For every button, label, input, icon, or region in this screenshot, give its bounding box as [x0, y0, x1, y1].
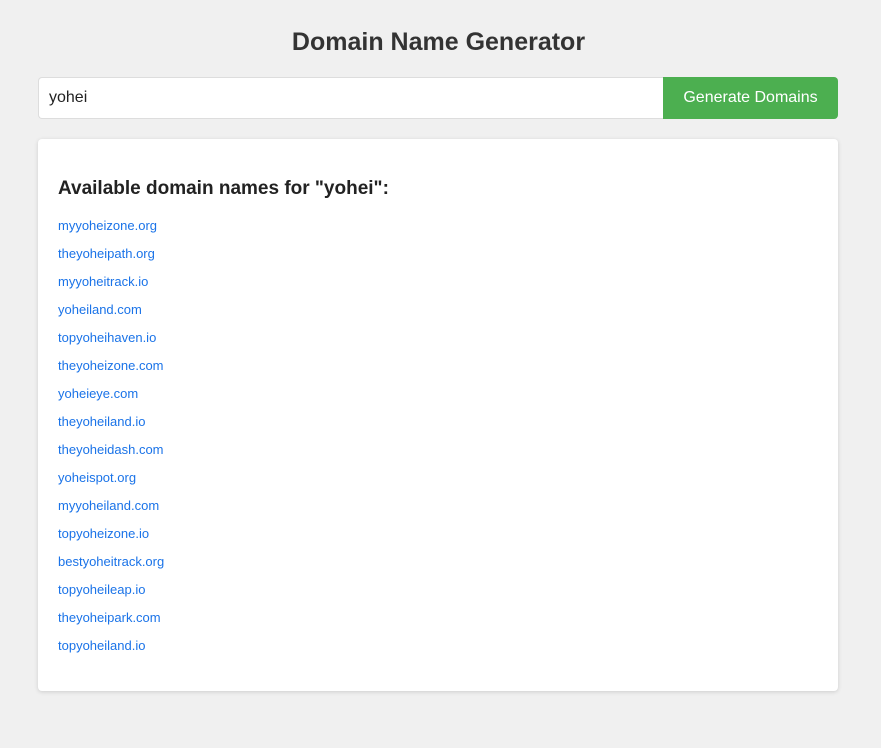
list-item: theyoheizone.com — [58, 355, 818, 383]
domain-link[interactable]: topyoheihaven.io — [58, 330, 156, 345]
domain-link[interactable]: bestyoheitrack.org — [58, 554, 164, 569]
domain-link[interactable]: topyoheizone.io — [58, 526, 149, 541]
domain-link[interactable]: yoheispot.org — [58, 470, 136, 485]
domain-list: myyoheizone.org theyoheipath.org myyohei… — [58, 215, 818, 663]
page-title: Domain Name Generator — [291, 28, 586, 56]
results-panel: Available domain names for "yohei": myyo… — [38, 139, 838, 691]
keyword-input[interactable] — [38, 77, 663, 119]
domain-link[interactable]: theyoheidash.com — [58, 442, 164, 457]
list-item: yoheiland.com — [58, 299, 818, 327]
list-item: theyoheiland.io — [58, 411, 818, 439]
list-item: theyoheipark.com — [58, 607, 818, 635]
domain-link[interactable]: yoheieye.com — [58, 386, 138, 401]
list-item: theyoheipath.org — [58, 243, 818, 271]
search-row: Generate Domains — [38, 77, 838, 119]
list-item: myyoheiland.com — [58, 495, 818, 523]
results-heading: Available domain names for "yohei": — [58, 178, 389, 199]
domain-link[interactable]: theyoheizone.com — [58, 358, 164, 373]
generate-domains-button[interactable]: Generate Domains — [663, 77, 838, 119]
domain-link[interactable]: theyoheiland.io — [58, 414, 145, 429]
domain-link[interactable]: topyoheileap.io — [58, 582, 145, 597]
list-item: theyoheidash.com — [58, 439, 818, 467]
domain-link[interactable]: topyoheiland.io — [58, 638, 145, 653]
domain-link[interactable]: theyoheipath.org — [58, 246, 155, 261]
domain-link[interactable]: theyoheipark.com — [58, 610, 161, 625]
list-item: myyoheizone.org — [58, 215, 818, 243]
domain-link[interactable]: yoheiland.com — [58, 302, 142, 317]
domain-link[interactable]: myyoheitrack.io — [58, 274, 148, 289]
list-item: bestyoheitrack.org — [58, 551, 818, 579]
list-item: yoheispot.org — [58, 467, 818, 495]
list-item: topyoheihaven.io — [58, 327, 818, 355]
domain-link[interactable]: myyoheiland.com — [58, 498, 159, 513]
list-item: topyoheileap.io — [58, 579, 818, 607]
list-item: topyoheiland.io — [58, 635, 818, 663]
domain-link[interactable]: myyoheizone.org — [58, 218, 157, 233]
list-item: myyoheitrack.io — [58, 271, 818, 299]
list-item: yoheieye.com — [58, 383, 818, 411]
list-item: topyoheizone.io — [58, 523, 818, 551]
